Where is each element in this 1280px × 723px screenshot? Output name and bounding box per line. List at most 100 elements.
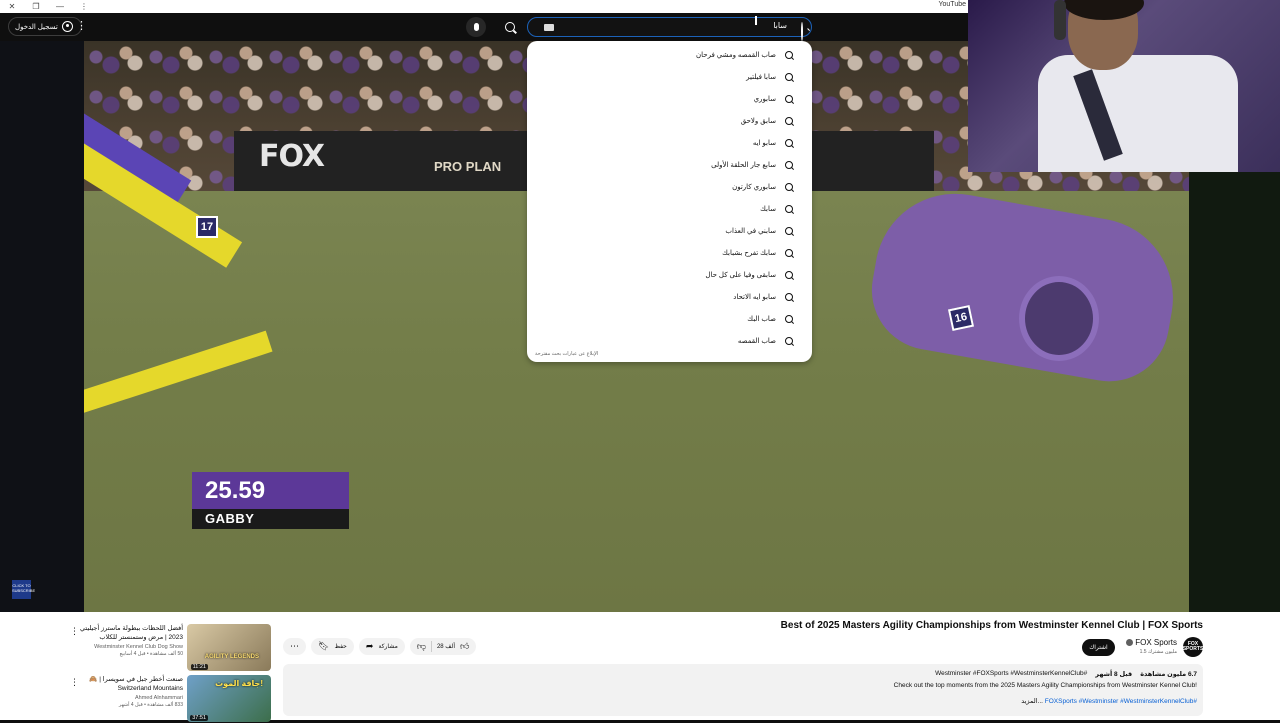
suggestion-item[interactable]: سابقى وفيا على كل حال [527,264,812,286]
search-icon [785,337,793,345]
recommendation-item[interactable]: جافة الموت! 37:51 صنعت أخطر جبل في سويسر… [66,675,271,723]
more-horiz-icon: ⋯ [290,641,299,651]
suggestion-item[interactable]: سابو ايه الاتحاد [527,286,812,308]
recommendation-channel: Westminster Kennel Club Dog Show [94,644,183,650]
voice-search-button[interactable] [466,17,486,37]
description-footer: #FOXSports #Westminster #WestminsterKenn… [289,697,1197,705]
action-bar: ⋯ 🔖︎ حفظ ➦ مشاركة 👎︎ 28 ألف 👍︎ [283,638,477,656]
fox-logo: FOX [259,139,325,174]
recommendation-channel: Ahmed Alnhammari [135,695,183,701]
subscribe-watermark[interactable]: CLICK TO SUBSCRIBE [12,580,35,599]
recommendation-title: أفضل اللحظات ببطولة ماسترز أجيليتي 2023 … [79,625,183,641]
more-actions-button[interactable]: ⋯ [283,638,306,655]
menu-dots-icon[interactable]: ⋮ [72,0,96,13]
channel-name[interactable]: FOX Sports [1126,638,1177,647]
suggestion-item[interactable]: سابق ولاحق [527,110,812,132]
suggestion-item[interactable]: سابني في العذاب [527,220,812,242]
keyboard-icon[interactable] [544,24,554,31]
obstacle-sign-16: 16 [947,304,975,332]
sign-in-button[interactable]: تسجيل الدخول [8,17,82,36]
search-icon [785,139,793,147]
search-icon [785,205,793,213]
description-hashtags: #Westminster #FOXSports #WestminsterKenn… [935,670,1088,677]
score-overlay: 25.59 GABBY [192,472,349,531]
recommendation-title: صنعت أخطر جبل في سويسرا | 🙈 Switzerland … [89,676,183,692]
search-icon [785,293,793,301]
bookmark-icon: 🔖︎ [318,641,330,651]
description-stats: 6.7 مليون مشاهدة قبل 8 أشهر #Westminster… [289,670,1197,678]
recommendation-views: 833 ألف مشاهدة • قبل 4 أشهر [118,702,183,708]
search-suggestions: صاب القمصه ومشي فرحان سابا فيلتير سابوري… [527,41,812,362]
webcam-overlay [968,0,1280,172]
description-links[interactable]: #FOXSports #Westminster #WestminsterKenn… [1045,698,1197,705]
search-input-icon [801,22,803,41]
show-more-link[interactable]: ...المزيد [1021,698,1043,705]
video-duration: 11:21 [190,664,208,670]
verified-icon [1126,639,1134,646]
share-icon: ➦ [365,641,374,651]
search-button[interactable] [496,16,524,38]
close-icon[interactable]: ✕ [0,0,24,13]
search-input-value: سابا [773,21,787,30]
subscriber-count: 1.5 مليون مشترك [1139,649,1177,655]
time-value: 25.59 [192,472,349,509]
restore-icon[interactable]: ❐ [24,0,48,13]
recommendation-item[interactable]: AGILITY LEGENDS 11:21 أفضل اللحظات ببطول… [66,624,271,672]
minimize-icon[interactable]: — [48,0,72,13]
suggestion-item[interactable]: صاب البك [527,308,812,330]
like-count: 28 ألف [436,644,456,650]
suggestion-item[interactable]: سابع جار الحلقة الأولى [527,154,812,176]
watch-metadata: Best of 2025 Masters Agility Championshi… [0,612,1280,723]
search-icon [801,22,803,41]
dog-name: GABBY [192,509,349,529]
report-suggestions-link[interactable]: الإبلاغ عن عبارات بحث مقترحة [535,351,598,357]
suggestion-item[interactable]: سابك تفرح بشبابك [527,242,812,264]
recommendation-meta: صنعت أخطر جبل في سويسرا | 🙈 Switzerland … [73,675,183,708]
search-icon [785,117,793,125]
suggestion-item[interactable]: سابوري كارتون [527,176,812,198]
obstacle-sign-17: 17 [196,216,218,238]
more-options-icon[interactable]: ⋮ [70,626,79,637]
search-input[interactable]: سابا [527,17,812,41]
view-count: 6.7 مليون مشاهدة [1140,671,1197,678]
right-margin [1189,172,1280,612]
search-icon [785,161,793,169]
window-title: YouTube [938,1,966,8]
webcam-shirt [1038,55,1238,172]
video-title: Best of 2025 Masters Agility Championshi… [780,620,1203,631]
search-icon [785,271,793,279]
search-icon [785,249,793,257]
like-dislike-group: 👎︎ 28 ألف 👍︎ [409,638,477,655]
search-icon [785,51,793,59]
like-icon[interactable]: 👍︎ [460,641,469,652]
search-icon [785,73,793,81]
suggestion-item[interactable]: صاب القمصه ومشي فرحان [527,44,812,66]
settings-menu-icon[interactable]: ⋮ [76,19,87,32]
search-icon [785,95,793,103]
recommendation-meta: أفضل اللحظات ببطولة ماسترز أجيليتي 2023 … [73,624,183,657]
subscribe-button[interactable]: اشتراك [1082,639,1115,656]
share-button[interactable]: ➦ مشاركة [358,638,405,655]
sign-in-label: تسجيل الدخول [15,23,58,31]
suggestion-item[interactable]: صاب القمصه [527,330,812,352]
window-titlebar: ✕ ❐ — ⋮ YouTube [0,0,968,13]
thumbnail-text: AGILITY LEGENDS [204,654,259,660]
search-icon [785,227,793,235]
save-button[interactable]: 🔖︎ حفظ [311,638,354,655]
purina-logo: PRO PLAN [434,159,502,174]
dislike-icon[interactable]: 👎︎ [417,641,426,652]
microphone-icon [473,23,479,31]
description-box[interactable]: 6.7 مليون مشاهدة قبل 8 أشهر #Westminster… [283,664,1203,716]
upload-age: قبل 8 أشهر [1095,671,1133,678]
suggestion-item[interactable]: سابك [527,198,812,220]
recommendation-views: 50 ألف مشاهدة • قبل 4 أسابيع [119,651,183,657]
video-duration: 37:51 [190,715,208,721]
search-icon [505,22,515,32]
channel-avatar[interactable]: FOX SPORTS [1183,637,1203,657]
text-cursor-icon [755,16,757,25]
suggestion-item[interactable]: سابو ايه [527,132,812,154]
suggestion-item[interactable]: سابا فيلتير [527,66,812,88]
suggestion-item[interactable]: سابوري [527,88,812,110]
more-options-icon[interactable]: ⋮ [70,677,79,688]
channel-name-label: FOX Sports [1135,638,1177,647]
